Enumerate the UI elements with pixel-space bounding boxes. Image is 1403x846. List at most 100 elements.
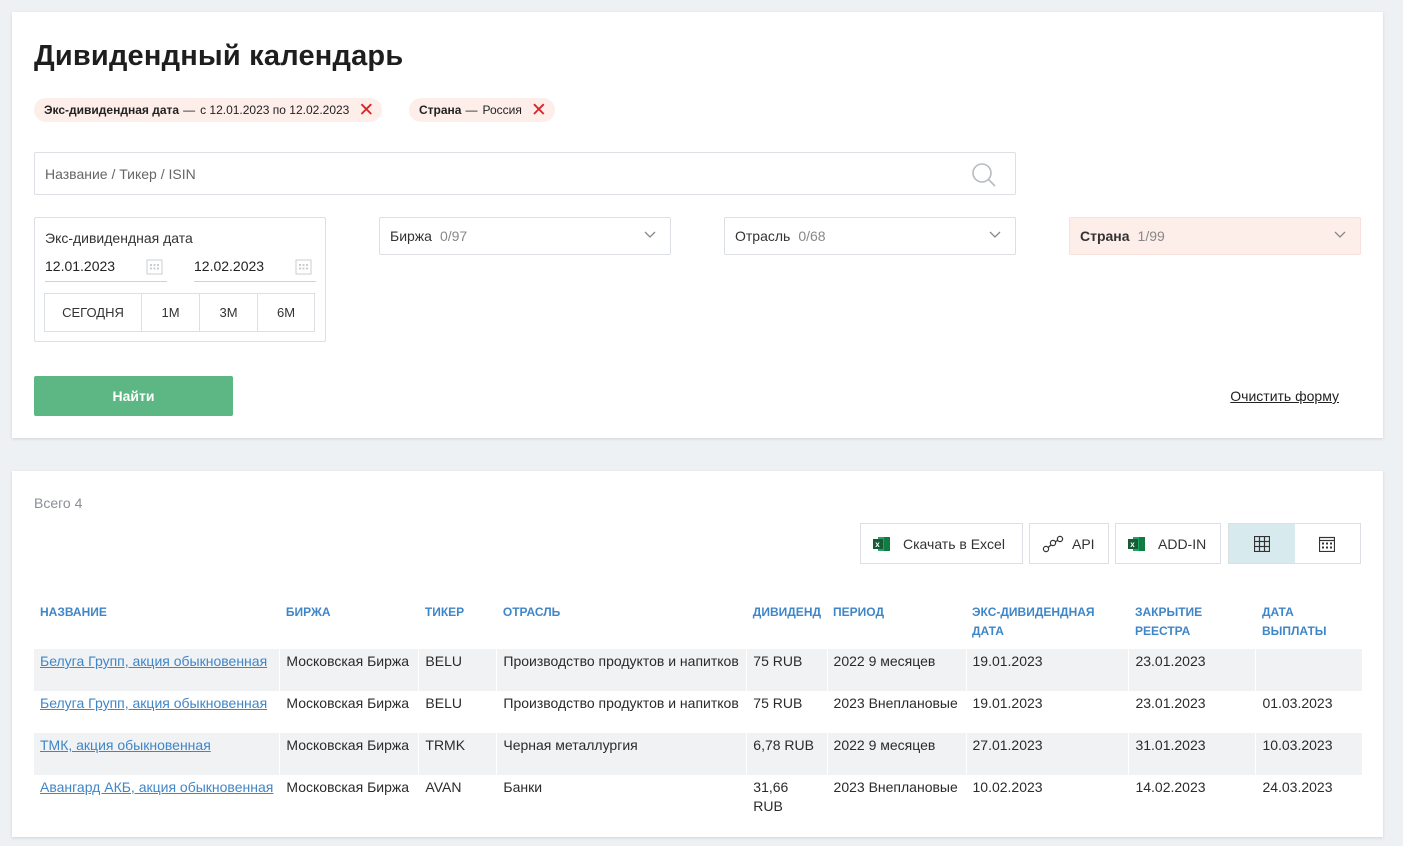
search-box: [34, 152, 1016, 195]
table-row: Авангард АКБ, акция обыкновенная Московс…: [34, 775, 1362, 817]
addin-label: ADD-IN: [1158, 535, 1207, 552]
chip-value: с 12.01.2023 по 12.02.2023: [200, 103, 350, 117]
col-header-ex-date[interactable]: ЭКС-ДИВИДЕНДНАЯ ДАТА: [966, 597, 1129, 649]
dropdown-label: Страна: [1080, 228, 1130, 244]
ex-date-label: Экс-дивидендная дата: [45, 230, 193, 246]
cell-dividend: 75 RUB: [746, 649, 828, 691]
filter-panel: Дивидендный календарь Экс-дивидендная да…: [12, 12, 1383, 438]
cell-pay-date: 10.03.2023: [1255, 733, 1362, 775]
chip-separator: —: [183, 103, 196, 117]
chip-label: Экс-дивидендная дата: [44, 103, 180, 117]
table-view-button[interactable]: [1229, 524, 1295, 563]
cell-record-date: 14.02.2023: [1128, 775, 1256, 817]
calendar-view-icon: [1319, 536, 1336, 552]
dropdown-count: 0/68: [798, 228, 826, 244]
dropdown-count: 0/97: [439, 228, 468, 244]
table-row: Белуга Групп, акция обыкновенная Московс…: [34, 691, 1362, 733]
find-button[interactable]: Найти: [34, 376, 233, 416]
calendar-icon[interactable]: [295, 258, 312, 275]
api-label: API: [1072, 535, 1095, 552]
api-link-icon: [1042, 535, 1064, 552]
results-total: Всего 4: [34, 495, 83, 511]
chip-value: Россия: [482, 103, 522, 117]
industry-dropdown[interactable]: Отрасль 0/68: [724, 217, 1016, 255]
exchange-dropdown[interactable]: Биржа 0/97: [379, 217, 671, 255]
col-header-name[interactable]: НАЗВАНИЕ: [34, 597, 280, 649]
close-icon[interactable]: ✕: [358, 101, 374, 120]
col-header-period[interactable]: ПЕРИОД: [827, 597, 966, 649]
cell-pay-date: [1255, 649, 1362, 691]
close-icon[interactable]: ✕: [531, 101, 547, 120]
view-toggle: [1228, 523, 1361, 564]
col-header-record-date[interactable]: ЗАКРЫТИЕ РЕЕСТРА: [1129, 597, 1256, 649]
table-header-row: НАЗВАНИЕ БИРЖА ТИКЕР ОТРАСЛЬ ДИВИДЕНД ПЕ…: [34, 597, 1362, 649]
calendar-icon[interactable]: [146, 258, 163, 275]
date-to-value: 12.02.2023: [194, 258, 265, 274]
chevron-down-icon: [989, 231, 1001, 238]
security-link[interactable]: ТМК, акция обыкновенная: [40, 737, 211, 753]
range-1m-button[interactable]: 1М: [141, 293, 200, 332]
cell-period: 2022 9 месяцев: [826, 649, 966, 691]
cell-ex-date: 10.02.2023: [965, 775, 1129, 817]
svg-text:x: x: [875, 540, 880, 549]
range-6m-button[interactable]: 6М: [257, 293, 315, 332]
date-range-buttons: СЕГОДНЯ 1М 3М 6М: [44, 293, 315, 332]
excel-icon: x: [1128, 536, 1145, 551]
dropdown-count: 1/99: [1137, 228, 1165, 244]
chip-label: Страна: [419, 103, 462, 117]
range-today-button[interactable]: СЕГОДНЯ: [44, 293, 142, 332]
search-icon[interactable]: [971, 162, 997, 188]
cell-ex-date: 27.01.2023: [965, 733, 1129, 775]
cell-ticker: BELU: [418, 691, 497, 733]
dropdown-label: Отрасль: [735, 228, 791, 244]
cell-ex-date: 19.01.2023: [965, 649, 1129, 691]
addin-button[interactable]: x ADD-IN: [1115, 523, 1221, 564]
cell-industry: Черная металлургия: [496, 733, 747, 775]
country-dropdown[interactable]: Страна 1/99: [1069, 217, 1361, 255]
chevron-down-icon: [644, 231, 656, 238]
cell-period: 2023 Внеплановые: [826, 691, 966, 733]
cell-ticker: TRMK: [418, 733, 497, 775]
ex-date-filter: Экс-дивидендная дата 12.01.2023 12.02.20…: [34, 217, 326, 342]
chevron-down-icon: [1334, 231, 1346, 238]
dropdown-label: Биржа: [390, 228, 432, 244]
page-title: Дивидендный календарь: [34, 40, 404, 72]
cell-period: 2023 Внеплановые: [826, 775, 966, 817]
api-button[interactable]: API: [1029, 523, 1109, 564]
cell-ticker: BELU: [418, 649, 497, 691]
download-excel-button[interactable]: x Скачать в Excel: [860, 523, 1023, 564]
date-from-field[interactable]: 12.01.2023: [45, 254, 167, 282]
col-header-pay-date[interactable]: ДАТА ВЫПЛАТЫ: [1256, 597, 1362, 649]
filter-chip-country[interactable]: Страна — Россия ✕: [409, 98, 555, 122]
cell-record-date: 23.01.2023: [1128, 649, 1256, 691]
cell-pay-date: 01.03.2023: [1255, 691, 1362, 733]
dividend-table: НАЗВАНИЕ БИРЖА ТИКЕР ОТРАСЛЬ ДИВИДЕНД ПЕ…: [34, 597, 1362, 817]
search-input[interactable]: [35, 153, 955, 194]
cell-dividend: 75 RUB: [746, 691, 828, 733]
cell-industry: Производство продуктов и напитков: [496, 649, 747, 691]
cell-ticker: AVAN: [418, 775, 497, 817]
cell-record-date: 23.01.2023: [1128, 691, 1256, 733]
cell-industry: Производство продуктов и напитков: [496, 691, 747, 733]
cell-period: 2022 9 месяцев: [826, 733, 966, 775]
date-to-field[interactable]: 12.02.2023: [194, 254, 316, 282]
col-header-exchange[interactable]: БИРЖА: [280, 597, 419, 649]
results-panel: Всего 4 x Скачать в Excel API x ADD-IN Н…: [12, 471, 1383, 837]
table-row: Белуга Групп, акция обыкновенная Московс…: [34, 649, 1362, 691]
cell-dividend: 6,78 RUB: [746, 733, 828, 775]
cell-industry: Банки: [496, 775, 747, 817]
security-link[interactable]: Авангард АКБ, акция обыкновенная: [40, 779, 273, 795]
range-3m-button[interactable]: 3М: [199, 293, 258, 332]
date-from-value: 12.01.2023: [45, 258, 116, 274]
calendar-view-button[interactable]: [1295, 524, 1361, 563]
filter-chip-ex-date[interactable]: Экс-дивидендная дата — с 12.01.2023 по 1…: [34, 98, 383, 122]
security-link[interactable]: Белуга Групп, акция обыкновенная: [40, 695, 267, 711]
cell-exchange: Московская Биржа: [279, 691, 419, 733]
col-header-industry[interactable]: ОТРАСЛЬ: [497, 597, 747, 649]
col-header-dividend[interactable]: ДИВИДЕНД: [747, 597, 827, 649]
cell-record-date: 31.01.2023: [1128, 733, 1256, 775]
clear-form-link[interactable]: Очистить форму: [1230, 388, 1339, 404]
cell-exchange: Московская Биржа: [279, 649, 419, 691]
security-link[interactable]: Белуга Групп, акция обыкновенная: [40, 653, 267, 669]
col-header-ticker[interactable]: ТИКЕР: [419, 597, 497, 649]
